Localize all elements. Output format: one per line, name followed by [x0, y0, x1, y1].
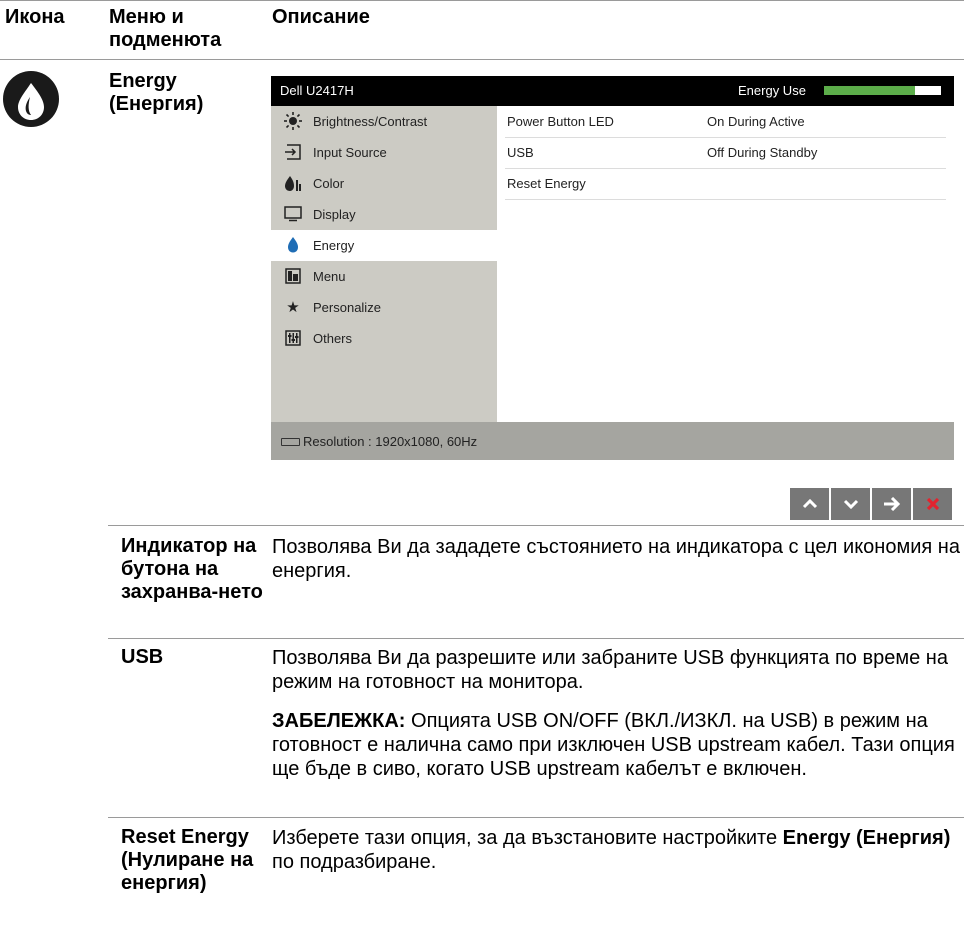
- up-arrow-icon[interactable]: [790, 488, 829, 520]
- submenu-row-reset-energy[interactable]: Reset Energy: [505, 168, 946, 200]
- submenu-row-label: Reset Energy: [507, 176, 586, 191]
- submenu-row-label: Power Button LED: [507, 114, 614, 129]
- term-power-led: Индикатор на бутона на захранва-нето: [121, 535, 263, 603]
- menu-item-label: Personalize: [313, 300, 381, 315]
- menu-item-label: Menu: [313, 269, 346, 284]
- resolution-text: Resolution : 1920x1080, 60Hz: [303, 434, 478, 449]
- note-label: ЗАБЕЛЕЖКА:: [272, 710, 406, 732]
- color-icon: [284, 174, 302, 192]
- osd-screenshot: Dell U2417H Energy Use Brightness/Contra…: [271, 76, 954, 460]
- row-divider: [108, 638, 964, 639]
- energy-menu-title: Energy (Енергия): [109, 70, 204, 115]
- down-arrow-icon[interactable]: [831, 488, 870, 520]
- menu-item-label: Energy: [313, 238, 355, 253]
- menu-item-label: Display: [313, 207, 356, 222]
- menu-item-label: Color: [313, 176, 345, 191]
- right-arrow-icon[interactable]: [872, 488, 911, 520]
- header-bottom-rule: [0, 59, 964, 60]
- menu-item-others[interactable]: Others: [271, 323, 497, 354]
- menu-item-brightness[interactable]: Brightness/Contrast: [271, 106, 497, 137]
- submenu-row-power-led[interactable]: Power Button LED On During Active: [505, 106, 946, 138]
- input-source-icon: [284, 143, 302, 161]
- close-icon[interactable]: [913, 488, 952, 520]
- desc-post: по подразбиране.: [272, 851, 437, 873]
- osd-submenu: Power Button LED On During Active USB Of…: [497, 106, 954, 422]
- usb-note: ЗАБЕЛЕЖКА: Опцията USB ON/OFF (ВКЛ./ИЗКЛ…: [272, 709, 962, 781]
- menu-item-personalize[interactable]: ★ Personalize: [271, 292, 497, 323]
- energy-use-fill: [824, 86, 916, 95]
- menu-item-label: Input Source: [313, 145, 387, 160]
- desc-pre: Изберете тази опция, за да възстановите …: [272, 827, 783, 849]
- row-divider: [108, 525, 964, 526]
- others-icon: [284, 329, 302, 347]
- menu-item-display[interactable]: Display: [271, 199, 497, 230]
- desc-usb: Позволява Ви да разрешите или забраните …: [272, 647, 948, 693]
- col-icon-heading: Икона: [5, 6, 65, 28]
- energy-use-bar: [824, 86, 941, 95]
- term-usb: USB: [121, 646, 164, 668]
- display-icon: [284, 205, 302, 223]
- menu-item-energy[interactable]: Energy: [271, 230, 497, 261]
- menu-item-label: Brightness/Contrast: [313, 114, 428, 129]
- submenu-row-usb[interactable]: USB Off During Standby: [505, 137, 946, 169]
- osd-status-bar: Resolution : 1920x1080, 60Hz: [271, 422, 954, 460]
- energy-icon: [284, 236, 302, 254]
- menu-item-label: Others: [313, 331, 353, 346]
- energy-flame-icon: [3, 71, 59, 127]
- table-header: Икона Меню и подменюта Описание: [0, 0, 964, 60]
- desc-bold: Energy (Енергия): [782, 827, 951, 849]
- osd-model: Dell U2417H: [280, 83, 354, 98]
- submenu-row-label: USB: [507, 145, 534, 160]
- hdmi-port-icon: [281, 438, 300, 446]
- term-reset-energy: Reset Energy (Нулиране на енергия): [121, 826, 254, 894]
- menu-item-menu[interactable]: Menu: [271, 261, 497, 292]
- brightness-icon: [284, 112, 302, 130]
- menu-item-input-source[interactable]: Input Source: [271, 137, 497, 168]
- submenu-row-value: Off During Standby: [707, 145, 818, 160]
- osd-menu: Brightness/Contrast Input Source Color D…: [271, 106, 497, 422]
- desc-power-led: Позволява Ви да зададете състоянието на …: [272, 536, 960, 582]
- desc-reset-energy: Изберете тази опция, за да възстановите …: [272, 826, 962, 874]
- osd-nav-buttons: [790, 488, 952, 520]
- energy-use-label: Energy Use: [738, 83, 806, 98]
- osd-title-bar: Dell U2417H Energy Use: [271, 76, 954, 106]
- menu-icon: [284, 267, 302, 285]
- row-divider: [108, 817, 964, 818]
- menu-item-color[interactable]: Color: [271, 168, 497, 199]
- col-desc-heading: Описание: [272, 6, 370, 28]
- submenu-row-value: On During Active: [707, 114, 805, 129]
- header-top-rule: [0, 0, 964, 1]
- star-icon: ★: [286, 299, 300, 316]
- col-menu-heading: Меню и подменюта: [109, 6, 222, 51]
